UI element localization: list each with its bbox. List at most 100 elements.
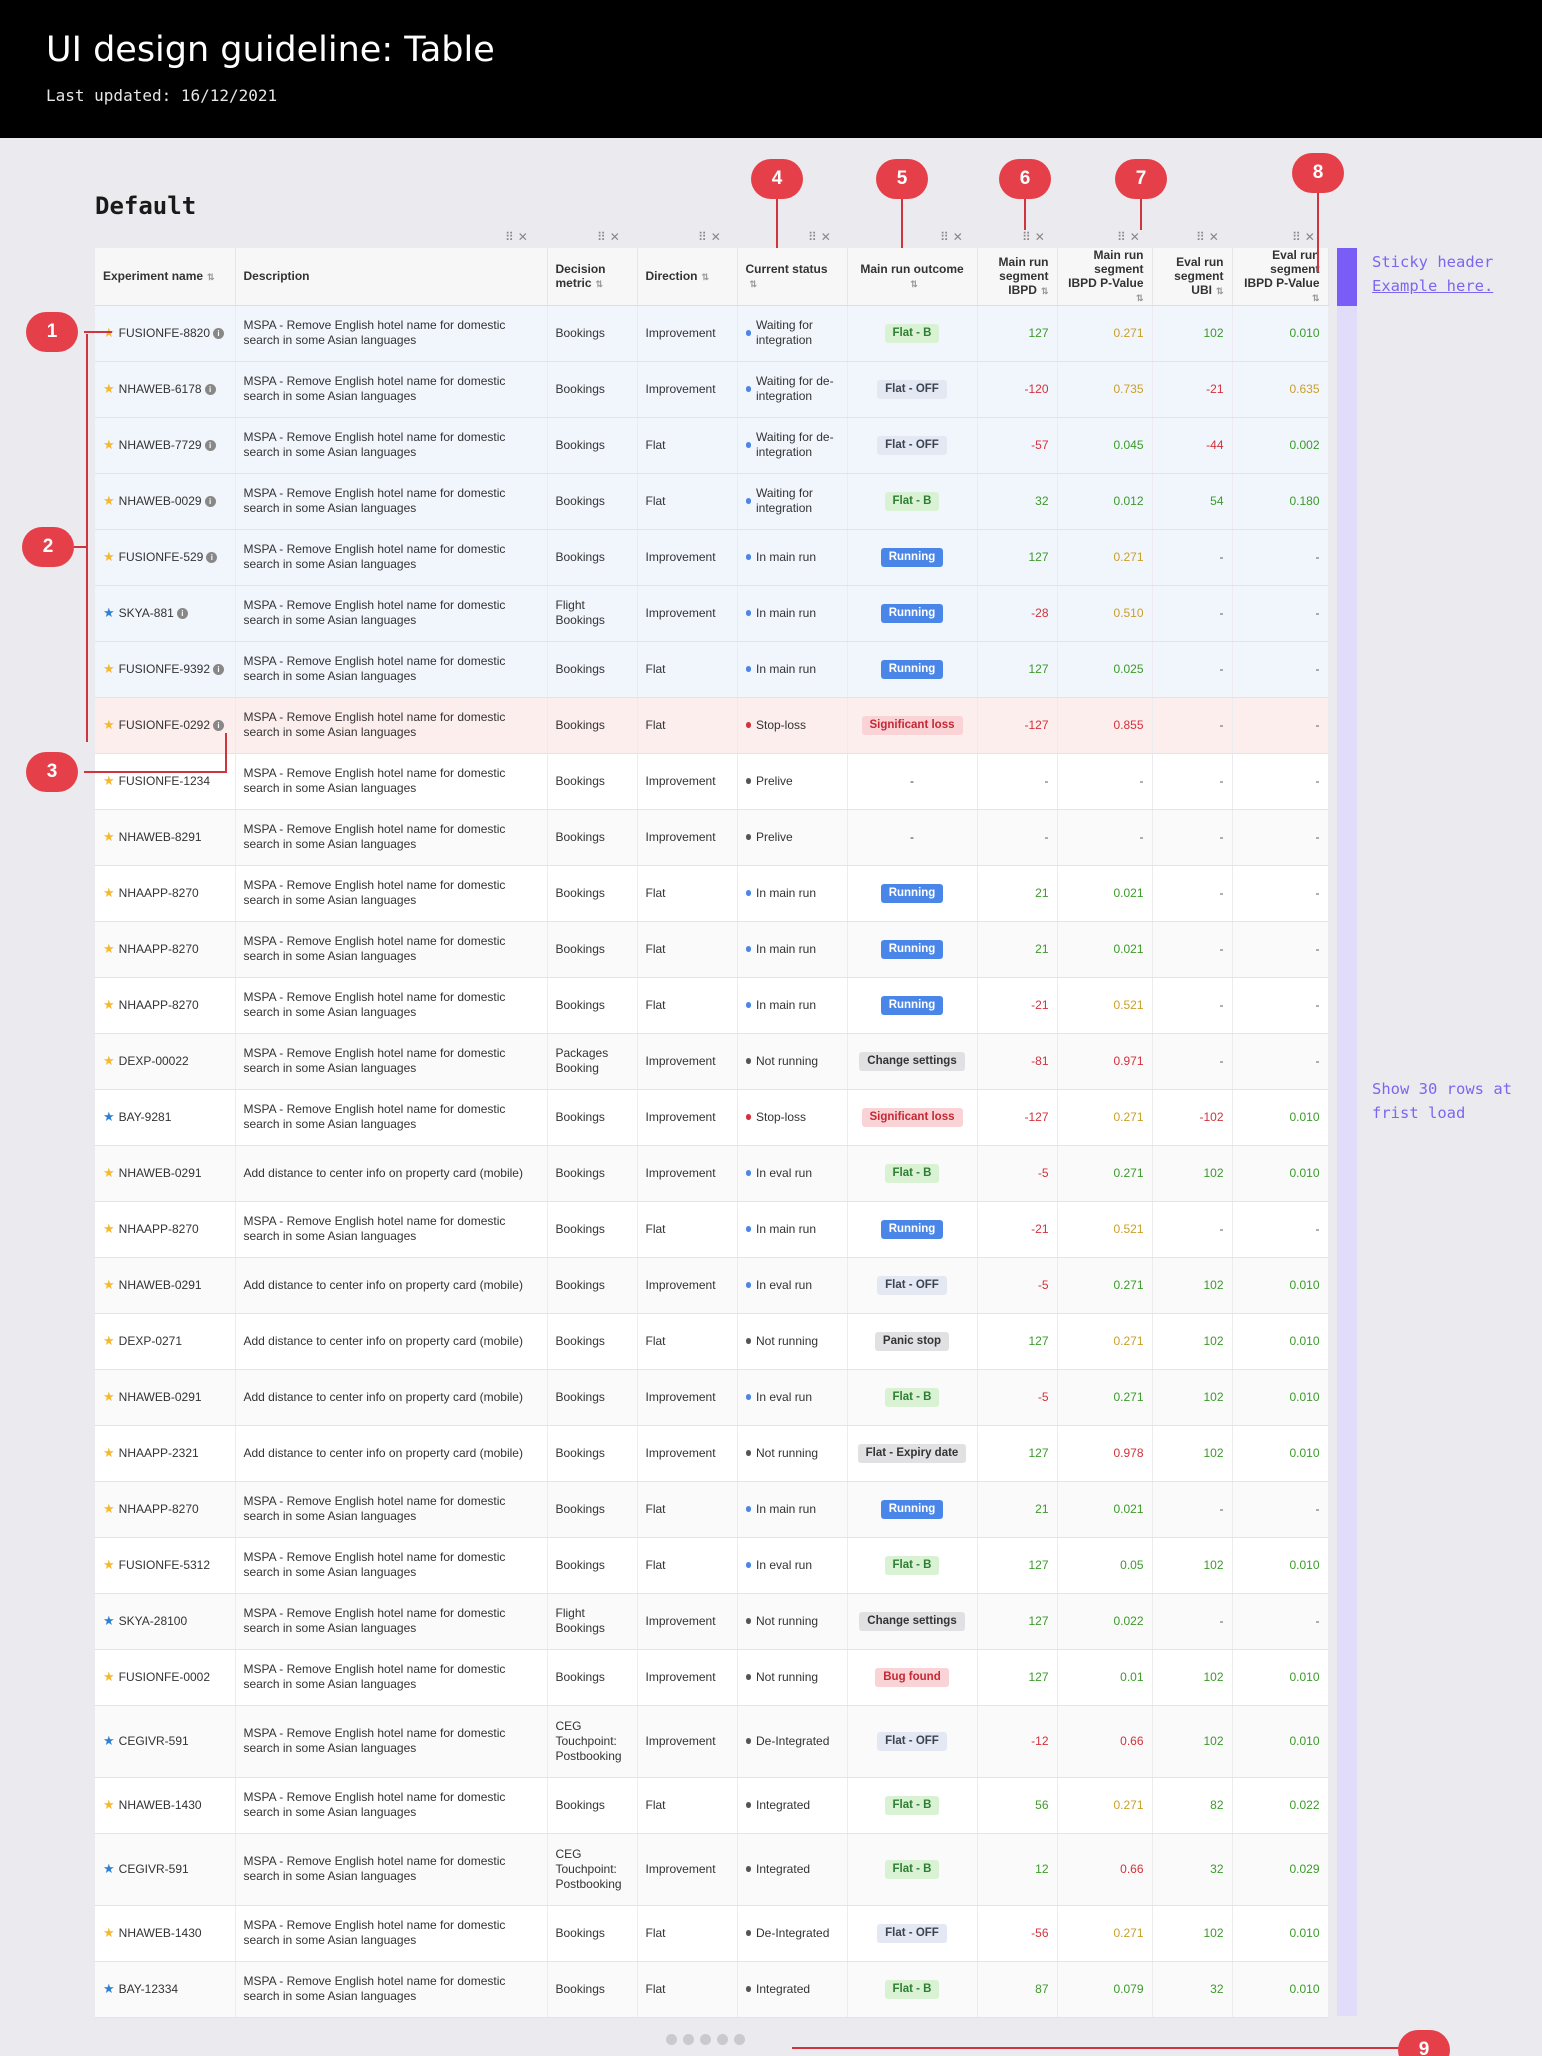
close-icon[interactable]: ✕ [711, 230, 725, 244]
info-icon[interactable]: i [213, 328, 225, 340]
info-icon[interactable]: i [204, 384, 216, 396]
experiment-id[interactable]: FUSIONFE-1234 [119, 774, 210, 788]
star-icon[interactable]: ★ [103, 1053, 115, 1068]
star-icon[interactable]: ★ [103, 1613, 115, 1628]
sort-icon[interactable]: ⇅ [207, 270, 215, 284]
close-icon[interactable]: ✕ [1130, 230, 1144, 244]
table-row[interactable]: ★ DEXP-0271 Add distance to center info on… [95, 1313, 1329, 1370]
header-current-status[interactable]: Current status⇅ [737, 248, 848, 306]
cell-experiment-name[interactable]: ★ DEXP-0271 [95, 1313, 236, 1370]
experiment-id[interactable]: CEGIVR-591 [119, 1862, 189, 1876]
table-row[interactable]: ★ NHAAPP-2321 Add distance to center info … [95, 1425, 1329, 1482]
experiment-id[interactable]: NHAWEB-1430 [119, 1798, 202, 1812]
experiment-id[interactable]: FUSIONFE-0002 [119, 1670, 210, 1684]
experiment-id[interactable]: DEXP-00022 [119, 1054, 189, 1068]
experiment-id[interactable]: NHAWEB-0291 [119, 1390, 202, 1404]
cell-experiment-name[interactable]: ★ FUSIONFE-529 i [95, 529, 236, 586]
header-description[interactable]: Description [235, 248, 548, 306]
cell-experiment-name[interactable]: ★ NHAWEB-7729 i [95, 417, 236, 474]
experiment-id[interactable]: BAY-12334 [119, 1982, 178, 1996]
star-icon[interactable]: ★ [103, 381, 115, 396]
drag-handle-icon[interactable]: ⠿ [597, 230, 610, 244]
experiment-id[interactable]: FUSIONFE-9392 [119, 662, 210, 676]
info-icon[interactable]: i [176, 608, 188, 620]
table-row[interactable]: ★ NHAWEB-6178 i MSPA - Remove English hotel… [95, 361, 1329, 418]
cell-experiment-name[interactable]: ★ NHAWEB-6178 i [95, 361, 236, 418]
drag-handle-icon[interactable]: ⠿ [1022, 230, 1035, 244]
drag-handle-icon[interactable]: ⠿ [808, 230, 821, 244]
table-row[interactable]: ★ NHAAPP-8270 MSPA - Remove English hotel … [95, 1481, 1329, 1538]
table-row[interactable]: ★ DEXP-00022 MSPA - Remove English hotel n… [95, 1033, 1329, 1090]
table-row[interactable]: ★ CEGIVR-591 MSPA - Remove English hotel n… [95, 1833, 1329, 1906]
close-icon[interactable]: ✕ [821, 230, 835, 244]
experiment-id[interactable]: SKYA-881 [119, 606, 174, 620]
cell-experiment-name[interactable]: ★ CEGIVR-591 [95, 1705, 236, 1778]
table-row[interactable]: ★ NHAWEB-0291 Add distance to center info … [95, 1145, 1329, 1202]
star-icon[interactable]: ★ [103, 1389, 115, 1404]
cell-experiment-name[interactable]: ★ NHAWEB-8291 [95, 809, 236, 866]
experiment-id[interactable]: NHAAPP-8270 [119, 1222, 199, 1236]
cell-experiment-name[interactable]: ★ NHAWEB-1430 [95, 1905, 236, 1962]
drag-handle-icon[interactable]: ⠿ [1196, 230, 1209, 244]
table-row[interactable]: ★ SKYA-881 i MSPA - Remove English hotel na… [95, 585, 1329, 642]
scrollbar-thumb[interactable] [1337, 248, 1357, 306]
cell-experiment-name[interactable]: ★ NHAAPP-8270 [95, 865, 236, 922]
star-icon[interactable]: ★ [103, 493, 115, 508]
cell-experiment-name[interactable]: ★ NHAAPP-2321 [95, 1425, 236, 1482]
header-main-run-pvalue[interactable]: Main run segment IBPD P-Value⇅ [1057, 248, 1153, 306]
table-row[interactable]: ★ FUSIONFE-1234 MSPA - Remove English hote… [95, 753, 1329, 810]
cell-experiment-name[interactable]: ★ FUSIONFE-5312 [95, 1537, 236, 1594]
cell-experiment-name[interactable]: ★ SKYA-881 i [95, 585, 236, 642]
header-decision-metric[interactable]: Decision metric ⇅ [547, 248, 638, 306]
star-icon[interactable]: ★ [103, 1557, 115, 1572]
experiment-id[interactable]: NHAWEB-0291 [119, 1278, 202, 1292]
cell-experiment-name[interactable]: ★ NHAWEB-0029 i [95, 473, 236, 530]
close-icon[interactable]: ✕ [518, 230, 532, 244]
star-icon[interactable]: ★ [103, 1669, 115, 1684]
header-direction[interactable]: Direction ⇅ [637, 248, 738, 306]
star-icon[interactable]: ★ [103, 1925, 115, 1940]
table-row[interactable]: ★ NHAAPP-8270 MSPA - Remove English hotel … [95, 921, 1329, 978]
star-icon[interactable]: ★ [103, 605, 115, 620]
experiment-id[interactable]: NHAAPP-8270 [119, 998, 199, 1012]
info-icon[interactable]: i [204, 496, 216, 508]
table-row[interactable]: ★ FUSIONFE-5312 MSPA - Remove English hote… [95, 1537, 1329, 1594]
table-row[interactable]: ★ BAY-12334 MSPA - Remove English hotel na… [95, 1961, 1329, 2018]
star-icon[interactable]: ★ [103, 997, 115, 1012]
table-row[interactable]: ★ FUSIONFE-529 i MSPA - Remove English hote… [95, 529, 1329, 586]
star-icon[interactable]: ★ [103, 1861, 115, 1876]
sort-icon[interactable]: ⇅ [1136, 291, 1144, 305]
experiment-id[interactable]: NHAWEB-0029 [119, 494, 202, 508]
cell-experiment-name[interactable]: ★ NHAAPP-8270 [95, 1201, 236, 1258]
star-icon[interactable]: ★ [103, 1501, 115, 1516]
table-row[interactable]: ★ CEGIVR-591 MSPA - Remove English hotel n… [95, 1705, 1329, 1778]
close-icon[interactable]: ✕ [1035, 230, 1049, 244]
sort-icon[interactable]: ⇅ [1041, 284, 1049, 298]
star-icon[interactable]: ★ [103, 1221, 115, 1236]
cell-experiment-name[interactable]: ★ DEXP-00022 [95, 1033, 236, 1090]
info-icon[interactable]: i [204, 440, 216, 452]
cell-experiment-name[interactable]: ★ BAY-9281 [95, 1089, 236, 1146]
cell-experiment-name[interactable]: ★FUSIONFE-8820i [95, 305, 236, 362]
experiment-id[interactable]: FUSIONFE-529 [119, 550, 204, 564]
star-icon[interactable]: ★ [103, 1277, 115, 1292]
close-icon[interactable]: ✕ [610, 230, 624, 244]
star-icon[interactable]: ★ [103, 1981, 115, 1996]
experiment-id[interactable]: NHAWEB-1430 [119, 1926, 202, 1940]
cell-experiment-name[interactable]: ★ NHAWEB-1430 [95, 1777, 236, 1834]
info-icon[interactable]: i [206, 552, 218, 564]
table-row[interactable]: ★ NHAAPP-8270 MSPA - Remove English hotel … [95, 1201, 1329, 1258]
scrollbar-track[interactable] [1337, 248, 1357, 2016]
sort-icon[interactable]: ⇅ [702, 270, 710, 284]
experiment-id[interactable]: NHAWEB-7729 [119, 438, 202, 452]
table-row[interactable]: ★ NHAWEB-1430 MSPA - Remove English hotel … [95, 1777, 1329, 1834]
info-icon[interactable]: i [213, 664, 225, 676]
table-row[interactable]: ★ NHAWEB-0291 Add distance to center info … [95, 1369, 1329, 1426]
table-row[interactable]: ★ NHAWEB-0291 Add distance to center info … [95, 1257, 1329, 1314]
cell-experiment-name[interactable]: ★ CEGIVR-591 [95, 1833, 236, 1906]
sort-icon[interactable]: ⇅ [910, 277, 918, 291]
star-icon[interactable]: ★ [103, 549, 115, 564]
star-icon[interactable]: ★ [103, 941, 115, 956]
experiment-id[interactable]: FUSIONFE-5312 [119, 1558, 210, 1572]
info-icon[interactable]: i [213, 720, 225, 732]
